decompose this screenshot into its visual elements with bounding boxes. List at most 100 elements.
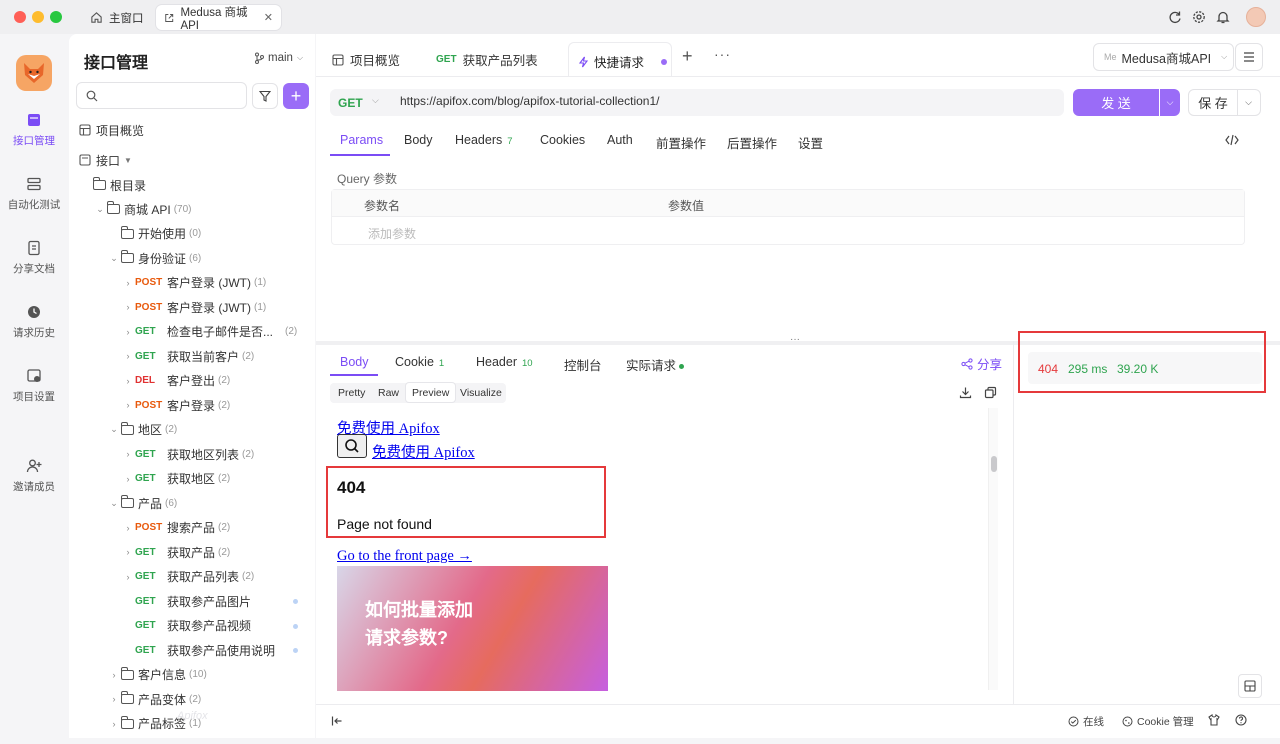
gear-icon[interactable] [1192, 10, 1206, 24]
caret-right-icon[interactable]: › [107, 670, 121, 680]
tree-folder[interactable]: ⌄ 身份验证 (6) [107, 247, 201, 269]
request-tab[interactable]: Params [340, 133, 383, 147]
close-tab-icon[interactable]: ✕ [264, 11, 273, 24]
new-tab-button[interactable]: + [682, 46, 693, 67]
url-input[interactable] [400, 94, 1050, 108]
caret-right-icon[interactable]: › [121, 449, 135, 459]
tree-api-item[interactable]: › GET 检查电子邮件是否... (2) [121, 321, 298, 343]
view-mode-button[interactable]: Pretty [332, 383, 371, 402]
caret-right-icon[interactable]: › [121, 474, 135, 484]
add-button[interactable]: + [283, 83, 309, 109]
window-tab-project[interactable]: Medusa 商城 API ✕ [156, 5, 281, 32]
preview-search-button[interactable] [337, 434, 367, 458]
cookie-manager[interactable]: Cookie 管理 [1122, 714, 1194, 729]
tree-api-item[interactable]: › POST 客户登录 (JWT) (1) [121, 272, 267, 294]
caret-right-icon[interactable]: › [121, 523, 135, 533]
response-tab[interactable]: Header 10 [476, 355, 533, 369]
tree-api-item[interactable]: › DEL 客户登出 (2) [121, 370, 231, 392]
caret-right-icon[interactable]: › [107, 694, 121, 704]
root-folder[interactable]: 根目录 [93, 174, 146, 196]
search-input[interactable] [104, 89, 244, 102]
caret-right-icon[interactable]: › [121, 302, 135, 312]
scroll-thumb[interactable] [991, 456, 997, 472]
download-icon[interactable] [959, 386, 972, 399]
caret-right-icon[interactable]: › [121, 376, 135, 386]
rail-item-auto-test[interactable]: 自动化测试 [0, 176, 68, 212]
tree-folder[interactable]: ⌄ 产品 (6) [107, 492, 177, 514]
request-tab[interactable]: Headers 7 [455, 133, 513, 147]
caret-right-icon[interactable]: › [107, 719, 121, 729]
help-icon[interactable] [1235, 714, 1247, 726]
layout-toggle-button[interactable] [1238, 674, 1262, 698]
tree-api-item[interactable]: › GET 获取地区 (2) [121, 468, 231, 490]
caret-right-icon[interactable]: › [121, 547, 135, 557]
online-status[interactable]: 在线 [1068, 714, 1104, 729]
request-tab[interactable]: Body [404, 133, 433, 147]
overview-item[interactable]: 项目概览 [79, 119, 144, 141]
rail-item-project-settings[interactable]: 项目设置 [0, 368, 68, 404]
collapse-sidebar-icon[interactable] [331, 715, 343, 727]
drag-handle-icon[interactable]: ··· [790, 334, 800, 345]
tree-folder[interactable]: 开始使用 (0) [107, 223, 201, 245]
maximize-window-button[interactable] [50, 11, 62, 23]
tree-folder[interactable]: ⌄ 地区 (2) [107, 419, 177, 441]
response-tab[interactable]: Cookie 1 [395, 355, 444, 369]
tree-api-item[interactable]: GET 获取参产品图片 [121, 590, 251, 612]
tree-api-item[interactable]: › POST 客户登录 (JWT) (1) [121, 296, 267, 318]
caret-down-icon[interactable]: ⌄ [107, 498, 121, 509]
tree-api-item[interactable]: › GET 获取当前客户 (2) [121, 345, 255, 367]
request-tab[interactable]: 前置操作 [656, 133, 706, 152]
save-options-button[interactable]: ⌵ [1237, 89, 1261, 116]
request-tab[interactable]: Auth [607, 133, 633, 147]
tree-api-item[interactable]: › GET 获取产品列表 (2) [121, 566, 255, 588]
code-icon[interactable] [1225, 134, 1239, 146]
caret-right-icon[interactable]: › [121, 327, 135, 337]
view-mode-button[interactable]: Raw [372, 383, 405, 402]
branch-selector[interactable]: main ⌵ [254, 52, 303, 64]
preview-scrollbar[interactable] [988, 408, 998, 690]
view-mode-button[interactable]: Visualize [454, 383, 508, 402]
preview-front-page-link[interactable]: Go to the front page → [337, 548, 472, 565]
tree-folder[interactable]: › 客户信息 (10) [107, 664, 207, 686]
tab-quick-request[interactable]: 快捷请求 [568, 42, 672, 76]
more-tabs-icon[interactable]: ··· [714, 46, 731, 62]
minimize-window-button[interactable] [32, 11, 44, 23]
caret-right-icon[interactable]: › [121, 572, 135, 582]
environment-selector[interactable]: Me Medusa商城API ⌵ [1093, 43, 1234, 71]
rail-item-api-management[interactable]: 接口管理 [0, 112, 68, 148]
caret-right-icon[interactable]: › [121, 278, 135, 288]
copy-icon[interactable] [984, 386, 997, 399]
tree-api-item[interactable]: › GET 获取产品 (2) [121, 541, 231, 563]
method-select[interactable]: GET [338, 96, 363, 110]
search-box[interactable] [76, 82, 247, 109]
menu-button[interactable] [1235, 43, 1263, 71]
rail-item-history[interactable]: 请求历史 [0, 304, 68, 340]
request-tab[interactable]: Cookies [540, 133, 585, 147]
shirt-icon[interactable] [1208, 714, 1220, 726]
tree-folder[interactable]: › 产品变体 (2) [107, 688, 201, 710]
window-tab-home[interactable]: 主窗口 [90, 5, 144, 30]
response-tab[interactable]: Body [340, 355, 369, 369]
view-mode-button[interactable]: Preview [406, 383, 456, 402]
preview-link-free-apifox-2[interactable]: 免费使用 Apifox [372, 441, 475, 462]
tree-api-item[interactable]: › POST 客户登录 (2) [121, 394, 231, 416]
bell-icon[interactable] [1216, 10, 1230, 24]
refresh-icon[interactable] [1168, 10, 1182, 24]
close-window-button[interactable] [14, 11, 26, 23]
tree-api-item[interactable]: GET 获取参产品使用说明 [121, 639, 275, 661]
caret-right-icon[interactable]: › [121, 351, 135, 361]
tree-api-item[interactable]: › POST 搜索产品 (2) [121, 517, 231, 539]
tree-api-item[interactable]: › GET 获取地区列表 (2) [121, 443, 255, 465]
caret-right-icon[interactable]: › [121, 400, 135, 410]
rail-item-invite[interactable]: 邀请成员 [0, 458, 68, 494]
filter-button[interactable] [252, 83, 278, 109]
tab-product-list[interactable]: GET 获取产品列表 [436, 50, 538, 69]
tab-overview[interactable]: 项目概览 [332, 50, 400, 69]
avatar[interactable] [1246, 7, 1266, 27]
response-tab[interactable]: 控制台 [564, 355, 602, 374]
caret-down-icon[interactable]: ⌄ [107, 424, 121, 435]
tree-folder[interactable]: ⌄ 商城 API (70) [93, 198, 191, 220]
caret-down-icon[interactable]: ⌄ [93, 204, 107, 215]
add-param-input[interactable]: 添加参数 [368, 225, 416, 242]
caret-down-icon[interactable]: ⌄ [107, 253, 121, 264]
